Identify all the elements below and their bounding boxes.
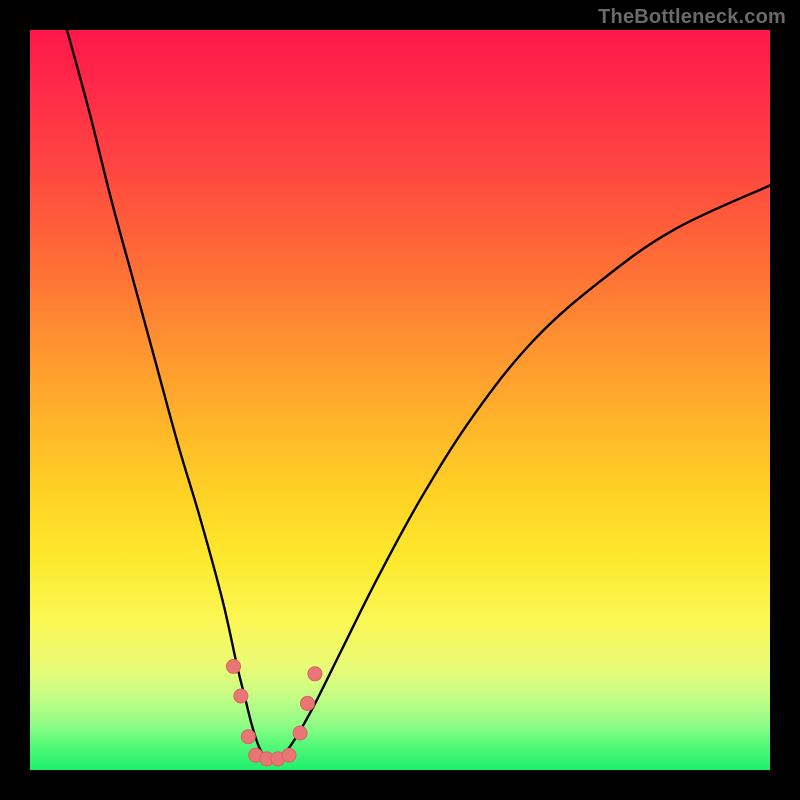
marker-dot [308,667,322,681]
watermark-text: TheBottleneck.com [598,6,786,29]
marker-dot [282,748,296,762]
marker-dot [293,726,307,740]
bottleneck-curve [30,30,770,770]
marker-dot [234,689,248,703]
curve-path [67,30,770,760]
marker-dot [301,696,315,710]
marker-group [227,659,322,766]
chart-frame: TheBottleneck.com [0,0,800,800]
marker-dot [227,659,241,673]
marker-dot [241,730,255,744]
plot-area [30,30,770,770]
